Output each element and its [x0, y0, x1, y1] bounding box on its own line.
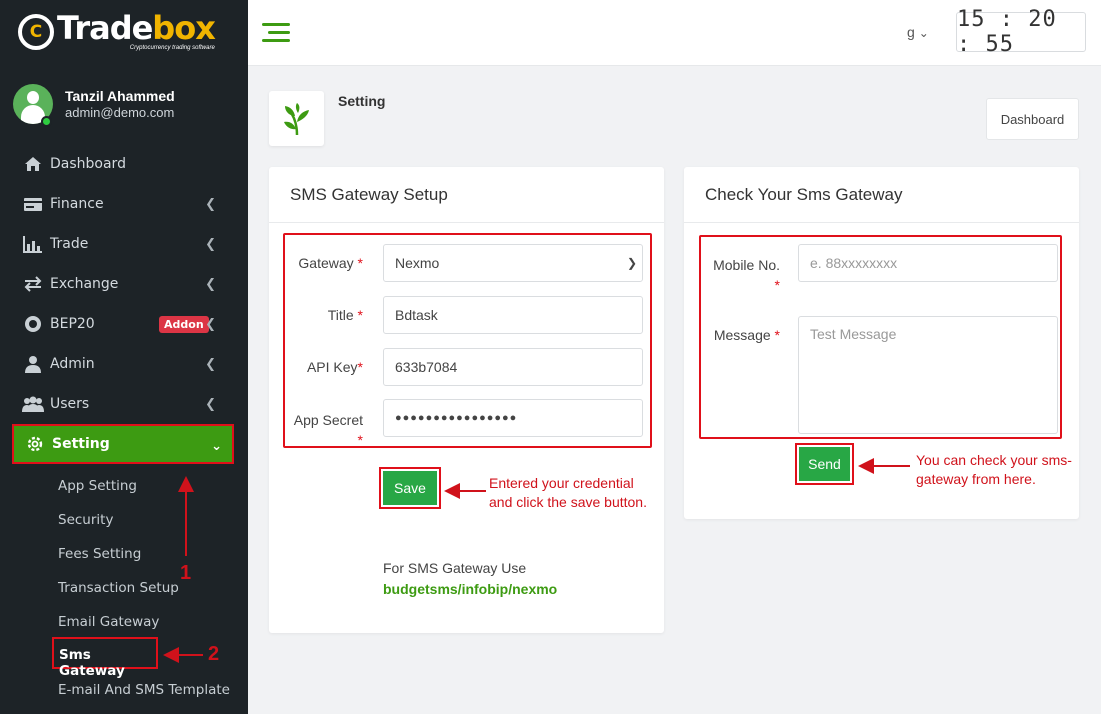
step-2-label: 2	[208, 643, 220, 665]
step-1-label: 1	[180, 562, 192, 584]
send-annotation: You can check your sms-gateway from here…	[916, 452, 1072, 487]
annotation-arrows	[163, 458, 910, 663]
save-annotation: Entered your credential and click the sav…	[489, 475, 647, 510]
